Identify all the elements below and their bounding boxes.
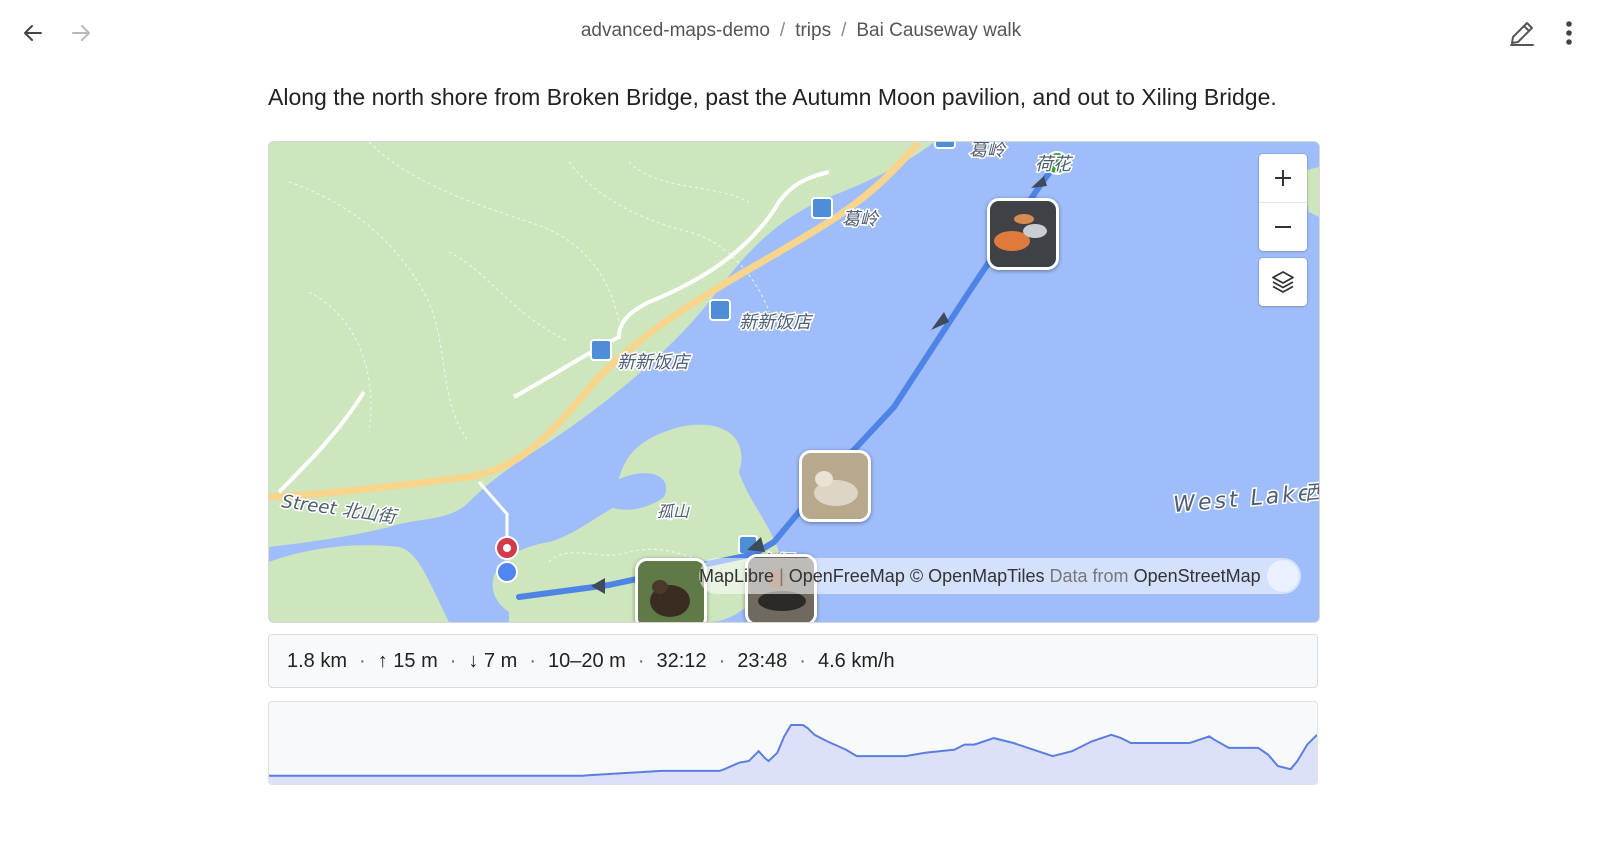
elevation-profile-chart[interactable]	[269, 702, 1317, 784]
stat-distance: 1.8 km	[287, 650, 348, 672]
map-label-hehua: 荷花	[1035, 154, 1074, 175]
breadcrumb-item-trips[interactable]: trips	[795, 20, 831, 41]
photo-marker[interactable]	[799, 450, 871, 522]
zoom-in-button[interactable]	[1259, 154, 1307, 202]
stat-descent: 7 m	[483, 650, 518, 672]
map-view[interactable]: 葛岭 荷花 葛岭 新新饭店 新新饭店 孤山 白堤 West Lake 西 Str…	[268, 141, 1320, 623]
map-label-west-lake-cn: 西	[1303, 479, 1319, 505]
current-position-marker[interactable]	[496, 561, 518, 583]
attribution-openmaptiles-link[interactable]: © OpenMapTiles	[910, 566, 1045, 586]
layers-button[interactable]	[1259, 258, 1307, 306]
bus-stop-icon	[709, 299, 731, 321]
photo-marker[interactable]	[987, 198, 1059, 270]
attribution-data-from: Data from	[1049, 566, 1129, 586]
attribution-separator: |	[779, 566, 784, 586]
top-bar: advanced-maps-demo / trips / Bai Causeway wa…	[0, 0, 1602, 64]
photo-thumbnail	[990, 201, 1056, 267]
map-label-geling-top: 葛岭	[969, 142, 1007, 161]
attribution-openfreemap-link[interactable]: OpenFreeMap	[789, 566, 905, 586]
minus-icon	[1275, 226, 1291, 228]
map-label-xinxin-1: 新新饭店	[739, 312, 814, 333]
edit-button[interactable]	[1505, 16, 1539, 50]
layers-icon	[1272, 271, 1294, 293]
pencil-icon	[1510, 22, 1534, 46]
trip-stats-bar: 1.8 km · ↑ 15 m · ↓ 7 m · 10–20 m · 32:12 · 23:48 ·…	[268, 634, 1318, 688]
stat-elevation-range: 10–20 m	[547, 650, 626, 672]
stat-speed: 4.6 km/h	[817, 650, 895, 672]
more-vertical-icon	[1566, 21, 1572, 45]
breadcrumb-separator: /	[841, 20, 847, 41]
zoom-out-button[interactable]	[1259, 203, 1307, 251]
elevation-profile[interactable]	[268, 701, 1318, 785]
attribution-toggle-button[interactable]	[1266, 560, 1299, 592]
photo-marker[interactable]	[635, 558, 707, 622]
attribution-maplibre-link[interactable]: MapLibre	[699, 566, 774, 586]
photo-thumbnail	[802, 453, 868, 519]
more-options-button[interactable]	[1552, 16, 1586, 50]
map-attribution: MapLibre | OpenFreeMap © OpenMapTiles Da…	[699, 558, 1301, 594]
trip-description: Along the north shore from Broken Bridge…	[268, 84, 1277, 110]
descent-arrow-icon: ↓	[468, 650, 479, 672]
attribution-osm-link[interactable]: OpenStreetMap	[1134, 566, 1261, 586]
stat-separator: ·	[529, 650, 536, 672]
map-label-geling: 葛岭	[842, 209, 880, 230]
ascent-arrow-icon: ↑	[377, 650, 388, 672]
breadcrumb-separator: /	[779, 20, 786, 41]
bus-stop-icon	[590, 339, 612, 361]
bus-stop-icon	[811, 197, 833, 219]
map-label-xinxin-2: 新新饭店	[617, 352, 692, 373]
layers-control	[1259, 258, 1307, 306]
plus-icon	[1275, 170, 1291, 186]
bus-stop-icon	[934, 142, 956, 149]
photo-thumbnail	[638, 561, 704, 622]
stat-ascent: 15 m	[393, 650, 438, 672]
stat-separator: ·	[799, 650, 806, 672]
stat-total-time: 32:12	[656, 650, 707, 672]
zoom-control	[1259, 154, 1307, 251]
stat-separator: ·	[449, 650, 457, 672]
stat-separator: ·	[637, 650, 645, 672]
breadcrumb-item-project[interactable]: advanced-maps-demo	[581, 20, 770, 41]
breadcrumb: advanced-maps-demo / trips / Bai Causeway wa…	[0, 20, 1602, 42]
stat-separator: ·	[718, 650, 726, 672]
map-label-gushan: 孤山	[657, 502, 690, 521]
breadcrumb-item-current: Bai Causeway walk	[856, 20, 1022, 41]
stat-separator: ·	[359, 650, 366, 672]
end-marker-center	[503, 544, 511, 552]
stat-moving-time: 23:48	[737, 650, 788, 672]
map-canvas[interactable]: 葛岭 荷花 葛岭 新新饭店 新新饭店 孤山 白堤 West Lake 西 Str…	[269, 142, 1319, 622]
